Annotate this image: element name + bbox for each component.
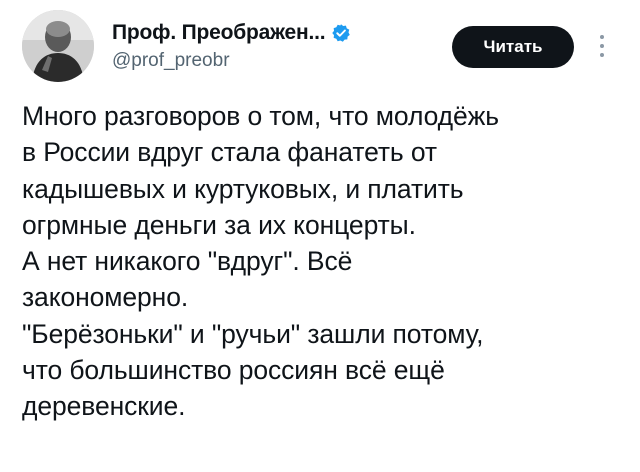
avatar[interactable] [22, 10, 94, 82]
more-dot [600, 53, 604, 57]
tweet-text-line: "Берёзоньки" и "ручьи" зашли потому, [22, 318, 484, 349]
handle[interactable]: @prof_preobr [112, 50, 230, 72]
verified-badge-icon [331, 23, 351, 43]
more-dot [600, 35, 604, 39]
name-row: Проф. Преображен... [112, 18, 351, 48]
tweet-text: Много разговоров о том, что молодёжь в Р… [22, 98, 632, 425]
tweet-text-line: Много разговоров о том, что молодёжь [22, 101, 500, 131]
tweet-text-line: в России вдруг стала фанатеть от [22, 137, 437, 168]
tweet-text-line: деревенские. [22, 391, 186, 422]
follow-button[interactable]: Читать [452, 26, 574, 68]
more-dot [600, 44, 604, 48]
more-vertical-icon[interactable] [592, 28, 612, 64]
display-name[interactable]: Проф. Преображен... [112, 21, 326, 45]
tweet-card: Проф. Преображен... @prof_preobr Читать … [0, 0, 640, 472]
tweet-text-line: закономерно. [22, 282, 189, 313]
tweet-header: Проф. Преображен... @prof_preobr Читать [22, 10, 622, 86]
tweet-text-line: А нет никакого "вдруг". Всё [22, 246, 353, 277]
tweet-text-line: что большинство россиян всё ещё [22, 355, 445, 386]
tweet-text-line: кадышевых и куртуковых, и платить [22, 173, 464, 204]
tweet-text-line: огрмные деньги за их концерты. [22, 209, 416, 240]
